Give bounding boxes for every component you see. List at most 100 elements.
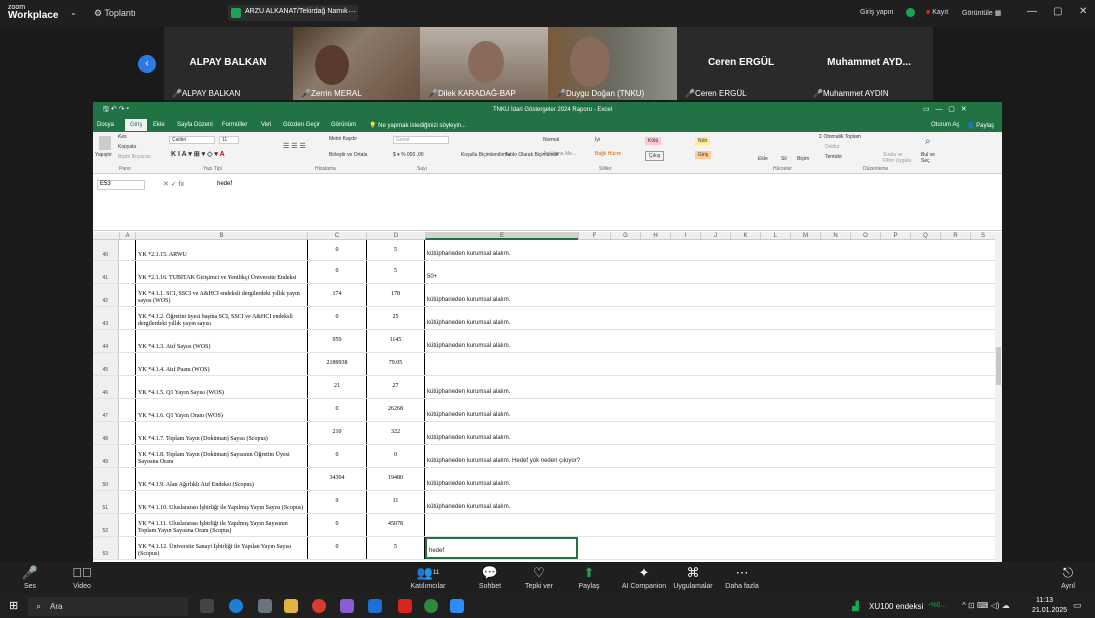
cell-value-d[interactable]: 0 xyxy=(366,445,425,467)
column-header[interactable]: R xyxy=(940,232,970,240)
row-number[interactable]: 45 xyxy=(93,353,119,375)
column-header[interactable]: D xyxy=(366,232,425,240)
row-number[interactable]: 40 xyxy=(93,240,119,260)
tab-file[interactable]: Dosya xyxy=(97,122,114,128)
styles-gallery[interactable]: Normal İyi Kötü Nötr Açıklama Me... Bağl… xyxy=(539,135,739,163)
row-number[interactable]: 42 xyxy=(93,284,119,306)
more-options-icon[interactable]: ⋯ xyxy=(348,7,356,16)
cell-value-c[interactable]: 959 xyxy=(307,330,366,352)
notification-icon[interactable]: ▭ xyxy=(1073,600,1082,611)
cell-indicator[interactable]: YK *4.1.5. Q1 Yayın Sayısı (WOS) xyxy=(135,376,307,398)
tab-insert[interactable]: Ekle xyxy=(153,122,165,128)
column-header[interactable]: L xyxy=(760,232,790,240)
cell-value-d[interactable]: 11 xyxy=(366,491,425,513)
row-number[interactable]: 53 xyxy=(93,537,119,559)
cell-value-d[interactable]: 26268 xyxy=(366,399,425,421)
row-number[interactable]: 43 xyxy=(93,307,119,329)
formula-input[interactable]: hedef xyxy=(217,181,232,187)
vertical-scrollbar[interactable] xyxy=(995,232,1002,562)
column-header[interactable]: I xyxy=(670,232,700,240)
column-header[interactable]: K xyxy=(730,232,760,240)
participant-tile[interactable]: Ceren ERGÜL 🎤Ceren ERGÜL xyxy=(677,27,805,100)
cell-value-d[interactable]: 1145 xyxy=(366,330,425,352)
cell-value-d[interactable]: 178 xyxy=(366,284,425,306)
cell-note[interactable]: kütüphaneden kurumsal alalım. xyxy=(425,240,845,260)
cell-indicator[interactable]: YK *4.1.7. Toplam Yayın (Doküman) Sayısı… xyxy=(135,422,307,444)
column-header[interactable]: O xyxy=(850,232,880,240)
ie-icon[interactable] xyxy=(368,599,382,613)
edge-icon[interactable] xyxy=(229,599,243,613)
tab-view[interactable]: Görünüm xyxy=(331,122,356,128)
column-header[interactable]: A xyxy=(119,232,135,240)
paylaş-button[interactable]: ⬆ Paylaş xyxy=(559,566,619,591)
cell-note[interactable]: kütüphaneden kurumsal alalım. xyxy=(425,491,845,513)
font-select[interactable]: Calibri xyxy=(169,136,215,144)
insert-cells-button[interactable]: Ekle xyxy=(758,156,768,162)
app-icon[interactable] xyxy=(258,599,272,613)
column-header[interactable]: M xyxy=(790,232,820,240)
cell-value-d[interactable]: 45078 xyxy=(366,514,425,536)
cell-value-c[interactable]: 2189938 xyxy=(307,353,366,375)
paste-icon[interactable] xyxy=(99,136,111,150)
style-neutral[interactable]: Nötr xyxy=(695,137,711,145)
row-number[interactable]: 50 xyxy=(93,468,119,490)
cell-indicator[interactable]: YK *4.1.10. Uluslararası İşbirliği ile Y… xyxy=(135,491,307,513)
font-size-select[interactable]: 11 xyxy=(219,136,239,144)
cell-note[interactable]: hedef xyxy=(425,537,578,559)
find-select-button[interactable]: Bul ve Seç xyxy=(921,152,939,164)
quick-access-icons[interactable]: 🖫 ↶ ↷ ▾ xyxy=(103,105,129,116)
meetings-menu[interactable]: ⚙ Toplantı xyxy=(94,8,136,19)
column-header[interactable]: G xyxy=(610,232,640,240)
tab-formulas[interactable]: Formüller xyxy=(222,122,247,128)
row-number[interactable]: 52 xyxy=(93,514,119,536)
record-indicator[interactable]: ■ Kayıt xyxy=(926,9,948,16)
cell-indicator[interactable]: YK *4.1.12. Üniversite Sanayi İşbirliği … xyxy=(135,537,307,559)
bold-icon[interactable]: K I A ▾ ⊞ ▾ ◇ ▾ A xyxy=(171,150,225,158)
merge-center-button[interactable]: Birleştir ve Ortala xyxy=(329,152,367,158)
search-box[interactable]: ⌕ Ara xyxy=(28,597,188,616)
katılımcılar-button[interactable]: 👥11 Katılımcılar xyxy=(398,566,458,591)
number-format-icons[interactable]: $ ▾ % 000 ,00 xyxy=(393,152,424,158)
signin-button[interactable]: Oturum Aç xyxy=(931,122,959,128)
chrome-profile-icon[interactable] xyxy=(424,599,438,613)
row-number[interactable]: 49 xyxy=(93,445,119,467)
wrap-text-button[interactable]: Metni Kaydır xyxy=(329,136,357,142)
cell-indicator[interactable]: YK *4.1.6. Q1 Yayın Oranı (WOS) xyxy=(135,399,307,421)
row-number[interactable]: 48 xyxy=(93,422,119,444)
cell-value-d[interactable]: 19480 xyxy=(366,468,425,490)
cell-note[interactable] xyxy=(425,514,845,536)
delete-cells-button[interactable]: Sil xyxy=(781,156,787,162)
align-icons[interactable]: ☰ ☰ ☰ xyxy=(283,142,306,150)
window-controls[interactable]: ▭ — ▢ ✕ xyxy=(923,105,967,113)
style-note[interactable]: Açıklama Me... xyxy=(543,151,576,157)
signin-link[interactable]: Giriş yapın xyxy=(860,9,893,16)
copy-button[interactable]: Kopyala xyxy=(118,144,136,150)
teams-icon[interactable] xyxy=(340,599,354,613)
tab-data[interactable]: Veri xyxy=(261,122,271,128)
clock-date[interactable]: 21.01.2025 xyxy=(1032,607,1067,614)
cell-value-c[interactable]: 0 xyxy=(307,445,366,467)
column-header[interactable]: S xyxy=(970,232,995,240)
formula-bar-expanded[interactable] xyxy=(93,191,1002,231)
column-header[interactable]: N xyxy=(820,232,850,240)
row-number[interactable]: 41 xyxy=(93,261,119,283)
row-number[interactable]: 44 xyxy=(93,330,119,352)
daha-fazla-button[interactable]: ⋯ Daha fazla xyxy=(712,566,772,591)
cell-indicator[interactable]: YK *4.1.11. Uluslararası İşbirliği ile Y… xyxy=(135,514,307,536)
cell-value-d[interactable]: 5 xyxy=(366,240,425,260)
style-normal[interactable]: Normal xyxy=(543,137,559,143)
tray-icons[interactable]: ^ ⊡ ⌨ ◁) ☁ xyxy=(962,601,1010,610)
column-header[interactable]: J xyxy=(700,232,730,240)
cell-value-c[interactable]: 0 xyxy=(307,514,366,536)
style-output[interactable]: Çıkış xyxy=(645,151,665,161)
ses-button[interactable]: 🎤 Ses xyxy=(0,566,60,591)
column-header[interactable]: H xyxy=(640,232,670,240)
cell-value-d[interactable]: 79.05 xyxy=(366,353,425,375)
cell-value-d[interactable]: 5 xyxy=(366,537,425,559)
cell-value-d[interactable]: 25 xyxy=(366,307,425,329)
maximize-icon[interactable]: ▢ xyxy=(1053,6,1062,17)
column-header[interactable]: F xyxy=(578,232,610,240)
stock-label[interactable]: XU100 endeksi xyxy=(869,602,923,611)
cell-value-d[interactable]: 27 xyxy=(366,376,425,398)
prev-page-icon[interactable]: ‹ xyxy=(138,55,156,73)
